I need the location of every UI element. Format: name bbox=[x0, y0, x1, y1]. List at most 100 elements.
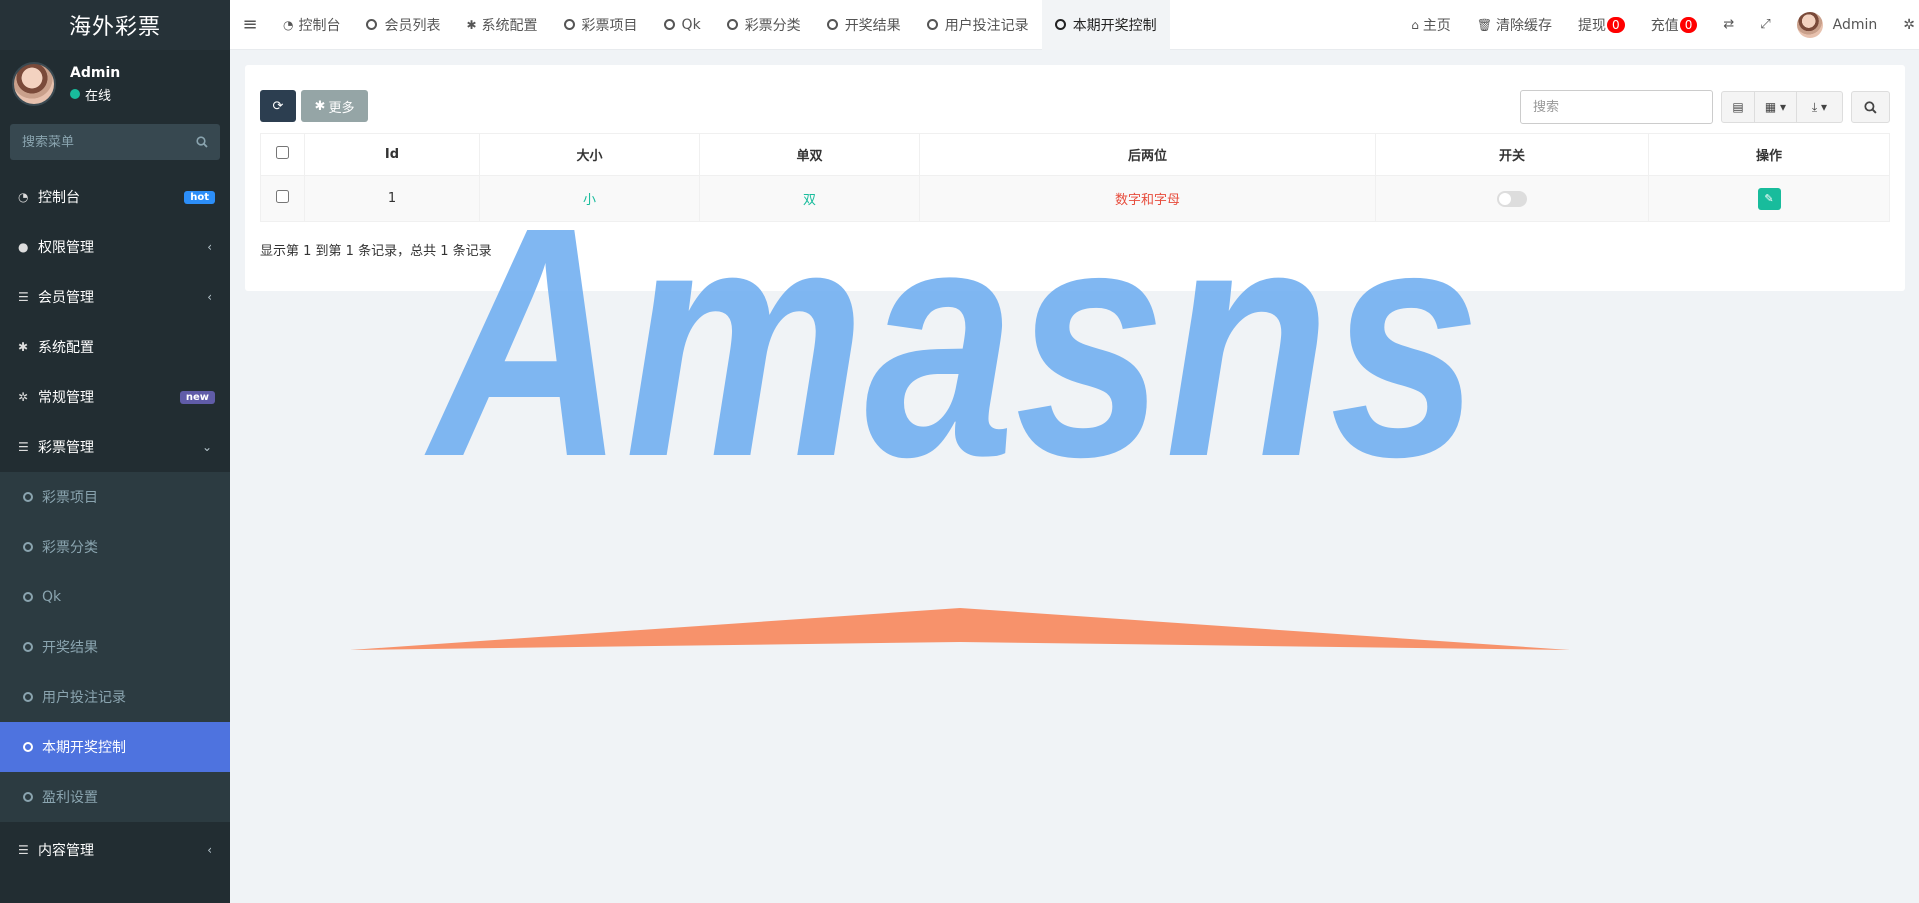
sidebar-item-general[interactable]: ✲ 常规管理 new bbox=[0, 372, 230, 422]
export-button[interactable]: ⤓ ▾ bbox=[1797, 91, 1843, 123]
search-icon bbox=[1864, 100, 1877, 114]
columns-button[interactable]: ▦ ▾ bbox=[1755, 91, 1797, 123]
sidebar-item-dashboard[interactable]: ◔ 控制台 hot bbox=[0, 172, 230, 222]
sidebar-subitem-lottery-categories[interactable]: 彩票分类 bbox=[0, 522, 230, 572]
sidebar-subitem-lottery-items[interactable]: 彩票项目 bbox=[0, 472, 230, 522]
home-link[interactable]: ⌂ 主页 bbox=[1398, 15, 1464, 35]
tab-system-config[interactable]: ✱ 系统配置 bbox=[453, 0, 550, 50]
sidebar-search bbox=[10, 124, 220, 160]
circle-icon bbox=[23, 742, 33, 752]
menu-toggle-icon[interactable]: ≡ bbox=[230, 14, 270, 35]
edit-button[interactable]: ✎ bbox=[1757, 187, 1781, 210]
tab-label: 会员列表 bbox=[384, 17, 441, 34]
refresh-icon: ⟳ bbox=[272, 98, 284, 114]
table-header-row: Id 大小 单双 后两位 开关 操作 bbox=[260, 133, 1890, 176]
recharge-link[interactable]: 充值 0 bbox=[1638, 15, 1711, 35]
sidebar-item-label: 控制台 bbox=[38, 190, 80, 206]
refresh-button[interactable]: ⟳ bbox=[260, 90, 296, 122]
fullscreen-icon[interactable]: ⤢ bbox=[1747, 17, 1783, 32]
app-logo[interactable]: 海外彩票 bbox=[0, 0, 230, 50]
column-header-parity[interactable]: 单双 bbox=[699, 133, 920, 176]
switch-toggle[interactable] bbox=[1497, 190, 1527, 207]
sidebar-subitem-profit-settings[interactable]: 盈利设置 bbox=[0, 772, 230, 822]
sidebar-item-label: 彩票管理 bbox=[38, 440, 94, 456]
withdraw-count-badge: 0 bbox=[1607, 16, 1625, 33]
translate-icon[interactable]: ⇄ bbox=[1710, 17, 1747, 32]
gear-icon: ✱ bbox=[18, 340, 29, 354]
sidebar-subitem-bet-records[interactable]: 用户投注记录 bbox=[0, 672, 230, 722]
clear-cache-button[interactable]: 🗑 清除缓存 bbox=[1464, 15, 1565, 35]
tab-bet-records[interactable]: 用户投注记录 bbox=[914, 0, 1042, 50]
sidebar-item-lottery[interactable]: ☰ 彩票管理 ⌄ bbox=[0, 422, 230, 472]
table-toolbar: ⟳ ✱ 更多 bbox=[260, 90, 368, 122]
select-all-checkbox[interactable] bbox=[276, 146, 289, 159]
users-icon: ● bbox=[18, 240, 29, 254]
tab-label: 用户投注记录 bbox=[944, 17, 1029, 34]
clear-cache-label: 清除缓存 bbox=[1496, 17, 1553, 34]
sidebar-search-input[interactable] bbox=[22, 134, 182, 150]
tab-qk[interactable]: Qk bbox=[651, 0, 714, 50]
more-button[interactable]: ✱ 更多 bbox=[301, 90, 368, 122]
tab-dashboard[interactable]: ◔ 控制台 bbox=[270, 0, 353, 50]
select-all-cell bbox=[260, 133, 305, 176]
tab-lottery-items[interactable]: 彩票项目 bbox=[551, 0, 651, 50]
withdraw-label: 提现 bbox=[1578, 17, 1607, 34]
table-right-tools: ▤ ▦ ▾ ⤓ ▾ bbox=[1520, 90, 1890, 124]
avatar bbox=[12, 62, 56, 106]
sidebar-subitem-draw-results[interactable]: 开奖结果 bbox=[0, 622, 230, 672]
sidebar-subitem-label: 用户投注记录 bbox=[42, 690, 126, 706]
column-header-id[interactable]: Id bbox=[304, 133, 480, 176]
circle-icon bbox=[1054, 19, 1066, 30]
pagination-info: 显示第 1 到第 1 条记录，总共 1 条记录 bbox=[260, 244, 492, 259]
toggle-view-button[interactable]: ▤ bbox=[1721, 91, 1755, 123]
chevron-left-icon: ‹ bbox=[207, 240, 212, 254]
sidebar-item-system-config[interactable]: ✱ 系统配置 bbox=[0, 322, 230, 372]
column-header-switch[interactable]: 开关 bbox=[1375, 133, 1649, 176]
tab-label: 控制台 bbox=[298, 17, 341, 34]
column-header-last-two[interactable]: 后两位 bbox=[919, 133, 1376, 176]
gear-icon: ✱ bbox=[466, 17, 477, 32]
row-select-cell bbox=[260, 175, 305, 222]
user-status-text: 在线 bbox=[85, 88, 112, 104]
user-panel: Admin 在线 bbox=[0, 50, 230, 118]
gear-icon: ✱ bbox=[314, 98, 326, 114]
sidebar-item-label: 常规管理 bbox=[38, 390, 94, 406]
circle-icon bbox=[23, 542, 33, 552]
sidebar-item-label: 系统配置 bbox=[38, 340, 94, 356]
sidebar-item-content[interactable]: ☰ 内容管理 ‹ bbox=[0, 822, 230, 878]
recharge-count-badge: 0 bbox=[1679, 16, 1698, 33]
circle-icon bbox=[23, 692, 33, 702]
row-checkbox[interactable] bbox=[276, 190, 289, 203]
tab-lottery-categories[interactable]: 彩票分类 bbox=[714, 0, 814, 50]
tab-draw-results[interactable]: 开奖结果 bbox=[814, 0, 914, 50]
watermark-logo: Amasns bbox=[350, 230, 1570, 650]
circle-icon bbox=[663, 19, 675, 30]
sidebar-subitem-qk[interactable]: Qk bbox=[0, 572, 230, 622]
cell-id: 1 bbox=[304, 175, 480, 222]
tab-label: 彩票项目 bbox=[581, 17, 638, 34]
chevron-left-icon: ‹ bbox=[207, 843, 212, 857]
tab-member-list[interactable]: 会员列表 bbox=[353, 0, 453, 50]
table-row: 1 小 双 数字和字母 ✎ bbox=[260, 175, 1890, 222]
cell-switch bbox=[1375, 175, 1649, 222]
table-search-input[interactable] bbox=[1520, 90, 1713, 124]
cell-parity: 双 bbox=[699, 175, 920, 222]
tab-draw-control[interactable]: 本期开奖控制 bbox=[1041, 0, 1170, 50]
sidebar-subitem-label: 本期开奖控制 bbox=[42, 740, 126, 756]
sidebar-item-members[interactable]: ☰ 会员管理 ‹ bbox=[0, 272, 230, 322]
online-dot-icon bbox=[70, 89, 80, 99]
sidebar-item-permissions[interactable]: ● 权限管理 ‹ bbox=[0, 222, 230, 272]
table-search-button[interactable] bbox=[1851, 91, 1890, 123]
content-panel: ⟳ ✱更多 ▤ ▦ ▾ ⤓ ▾ Id 大小 单双 后两位 开关 操作 bbox=[245, 65, 1905, 291]
user-name: Admin bbox=[70, 64, 121, 81]
search-icon[interactable] bbox=[196, 136, 208, 148]
withdraw-link[interactable]: 提现 0 bbox=[1565, 15, 1638, 35]
user-menu[interactable]: Admin bbox=[1784, 11, 1891, 38]
column-header-size[interactable]: 大小 bbox=[479, 133, 700, 176]
sidebar-item-label: 会员管理 bbox=[38, 290, 94, 306]
settings-gears-icon[interactable]: ✲ bbox=[1890, 17, 1919, 33]
sidebar-subitem-draw-control[interactable]: 本期开奖控制 bbox=[0, 722, 230, 772]
circle-icon bbox=[926, 19, 938, 30]
user-status: 在线 bbox=[70, 85, 120, 104]
user-menu-label: Admin bbox=[1832, 16, 1878, 33]
